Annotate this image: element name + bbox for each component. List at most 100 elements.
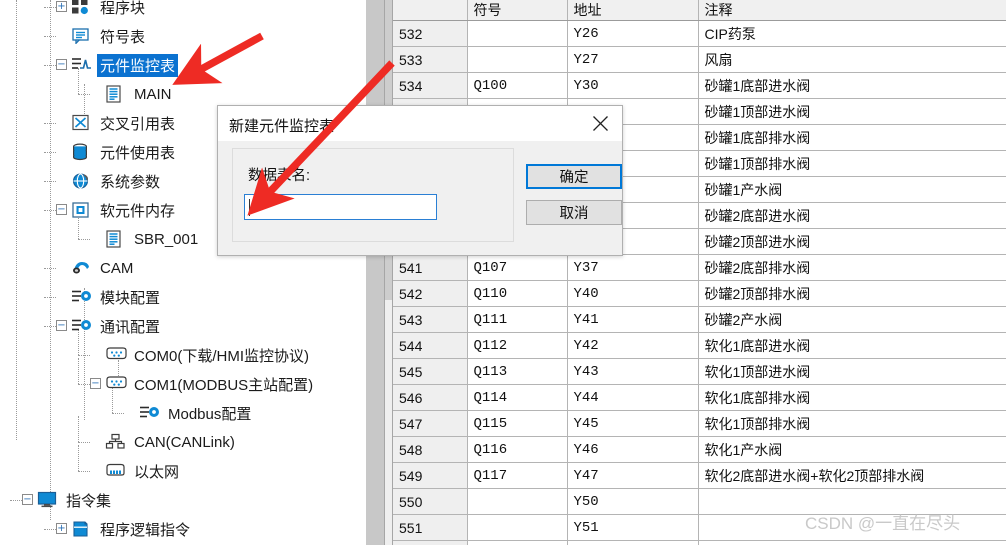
- tree-item-12[interactable]: COM0(下载/HMI监控协议): [0, 340, 366, 369]
- comment-cell[interactable]: 砂罐2产水阀: [698, 307, 1006, 333]
- row-index-cell[interactable]: 542: [393, 281, 467, 307]
- comment-cell[interactable]: 软化1顶部进水阀: [698, 359, 1006, 385]
- comment-cell[interactable]: 砂罐2底部排水阀: [698, 255, 1006, 281]
- row-index-cell[interactable]: 545: [393, 359, 467, 385]
- row-index-cell[interactable]: 549: [393, 463, 467, 489]
- comment-cell[interactable]: 砂罐1底部进水阀: [698, 73, 1006, 99]
- tree-item-3[interactable]: MAIN: [0, 79, 366, 108]
- col-header-symbol[interactable]: 符号: [467, 0, 567, 21]
- tree-item-15[interactable]: CAN(CANLink): [0, 427, 366, 456]
- tree-item-2[interactable]: − 元件监控表: [0, 50, 366, 79]
- tree-item-17[interactable]: − 指令集: [0, 485, 366, 514]
- symbol-cell[interactable]: Q110: [467, 281, 567, 307]
- tree-item-1[interactable]: 符号表: [0, 21, 366, 50]
- table-row[interactable]: 541Q107Y37砂罐2底部排水阀: [393, 255, 1006, 281]
- symbol-cell[interactable]: [467, 515, 567, 541]
- col-header-comment[interactable]: 注释: [698, 0, 1006, 21]
- address-cell[interactable]: Y41: [567, 307, 698, 333]
- symbol-cell[interactable]: Q107: [467, 255, 567, 281]
- col-header-index[interactable]: [393, 0, 467, 21]
- row-index-cell[interactable]: 541: [393, 255, 467, 281]
- tree-item-18[interactable]: + 程序逻辑指令: [0, 514, 366, 543]
- address-cell[interactable]: Y45: [567, 411, 698, 437]
- comment-cell[interactable]: 风扇: [698, 47, 1006, 73]
- symbol-cell[interactable]: [467, 541, 567, 545]
- address-cell[interactable]: Y26: [567, 21, 698, 47]
- row-index-cell[interactable]: 533: [393, 47, 467, 73]
- dialog-title-bar[interactable]: 新建元件监控表: [218, 106, 622, 141]
- row-index-cell[interactable]: 550: [393, 489, 467, 515]
- comment-cell[interactable]: 软化1底部排水阀: [698, 385, 1006, 411]
- project-tree-panel[interactable]: + 程序块 符号表− 元件监控表 MAIN: [0, 0, 366, 545]
- collapse-minus-icon[interactable]: −: [56, 59, 67, 70]
- symbol-cell[interactable]: Q117: [467, 463, 567, 489]
- expand-plus-icon[interactable]: +: [56, 1, 67, 12]
- address-cell[interactable]: Y30: [567, 73, 698, 99]
- address-cell[interactable]: Y47: [567, 463, 698, 489]
- comment-cell[interactable]: 软化1底部进水阀: [698, 333, 1006, 359]
- address-cell[interactable]: Y51: [567, 515, 698, 541]
- comment-cell[interactable]: 软化2底部进水阀+软化2顶部排水阀: [698, 463, 1006, 489]
- data-table-name-input[interactable]: [244, 194, 437, 220]
- address-cell[interactable]: Y50: [567, 489, 698, 515]
- table-row[interactable]: 552 Y52: [393, 541, 1006, 545]
- collapse-minus-icon[interactable]: −: [90, 378, 101, 389]
- address-cell[interactable]: Y52: [567, 541, 698, 545]
- address-cell[interactable]: Y44: [567, 385, 698, 411]
- panel-splitter[interactable]: [366, 0, 384, 545]
- collapse-minus-icon[interactable]: −: [56, 204, 67, 215]
- comment-cell[interactable]: [698, 541, 1006, 545]
- address-cell[interactable]: Y43: [567, 359, 698, 385]
- table-row[interactable]: 533Y27风扇: [393, 47, 1006, 73]
- table-row[interactable]: 534Q100Y30砂罐1底部进水阀: [393, 73, 1006, 99]
- symbol-cell[interactable]: Q115: [467, 411, 567, 437]
- device-monitor-table-panel[interactable]: 符号 地址 注释 532Y26CIP药泵533Y27风扇534Q100Y30砂罐…: [393, 0, 1006, 545]
- table-row[interactable]: 543Q111Y41砂罐2产水阀: [393, 307, 1006, 333]
- row-index-cell[interactable]: 547: [393, 411, 467, 437]
- symbol-cell[interactable]: Q113: [467, 359, 567, 385]
- tree-item-9[interactable]: CAM: [0, 253, 366, 282]
- expand-plus-icon[interactable]: +: [56, 523, 67, 534]
- close-icon[interactable]: [578, 106, 622, 140]
- table-row[interactable]: 532Y26CIP药泵: [393, 21, 1006, 47]
- symbol-cell[interactable]: [467, 21, 567, 47]
- symbol-cell[interactable]: [467, 47, 567, 73]
- symbol-cell[interactable]: Q100: [467, 73, 567, 99]
- address-cell[interactable]: Y37: [567, 255, 698, 281]
- comment-cell[interactable]: 砂罐2底部进水阀: [698, 203, 1006, 229]
- symbol-cell[interactable]: Q111: [467, 307, 567, 333]
- comment-cell[interactable]: 砂罐1顶部排水阀: [698, 151, 1006, 177]
- table-row[interactable]: 549Q117Y47软化2底部进水阀+软化2顶部排水阀: [393, 463, 1006, 489]
- address-cell[interactable]: Y46: [567, 437, 698, 463]
- address-cell[interactable]: Y42: [567, 333, 698, 359]
- comment-cell[interactable]: 砂罐1顶部进水阀: [698, 99, 1006, 125]
- tree-item-13[interactable]: − COM1(MODBUS主站配置): [0, 369, 366, 398]
- row-index-cell[interactable]: 543: [393, 307, 467, 333]
- row-index-cell[interactable]: 534: [393, 73, 467, 99]
- comment-cell[interactable]: 软化1产水阀: [698, 437, 1006, 463]
- row-index-cell[interactable]: 544: [393, 333, 467, 359]
- table-row[interactable]: 547Q115Y45软化1顶部排水阀: [393, 411, 1006, 437]
- row-index-cell[interactable]: 552: [393, 541, 467, 545]
- tree-item-14[interactable]: Modbus配置: [0, 398, 366, 427]
- address-cell[interactable]: Y40: [567, 281, 698, 307]
- symbol-cell[interactable]: Q116: [467, 437, 567, 463]
- comment-cell[interactable]: 砂罐2顶部进水阀: [698, 229, 1006, 255]
- row-index-cell[interactable]: 546: [393, 385, 467, 411]
- table-row[interactable]: 546Q114Y44软化1底部排水阀: [393, 385, 1006, 411]
- comment-cell[interactable]: 砂罐1产水阀: [698, 177, 1006, 203]
- row-index-cell[interactable]: 532: [393, 21, 467, 47]
- tree-item-11[interactable]: − 通讯配置: [0, 311, 366, 340]
- tree-item-0[interactable]: + 程序块: [0, 0, 366, 21]
- table-row[interactable]: 548Q116Y46软化1产水阀: [393, 437, 1006, 463]
- tree-vertical-scrollbar[interactable]: [384, 0, 393, 545]
- symbol-cell[interactable]: [467, 489, 567, 515]
- comment-cell[interactable]: 软化1顶部排水阀: [698, 411, 1006, 437]
- tree-item-16[interactable]: 以太网: [0, 456, 366, 485]
- symbol-cell[interactable]: Q114: [467, 385, 567, 411]
- ok-button[interactable]: 确定: [526, 164, 622, 189]
- collapse-minus-icon[interactable]: −: [22, 494, 33, 505]
- table-row[interactable]: 544Q112Y42软化1底部进水阀: [393, 333, 1006, 359]
- new-monitor-table-dialog[interactable]: 新建元件监控表 数据表名: 确定 取消: [217, 105, 623, 256]
- cancel-button[interactable]: 取消: [526, 200, 622, 225]
